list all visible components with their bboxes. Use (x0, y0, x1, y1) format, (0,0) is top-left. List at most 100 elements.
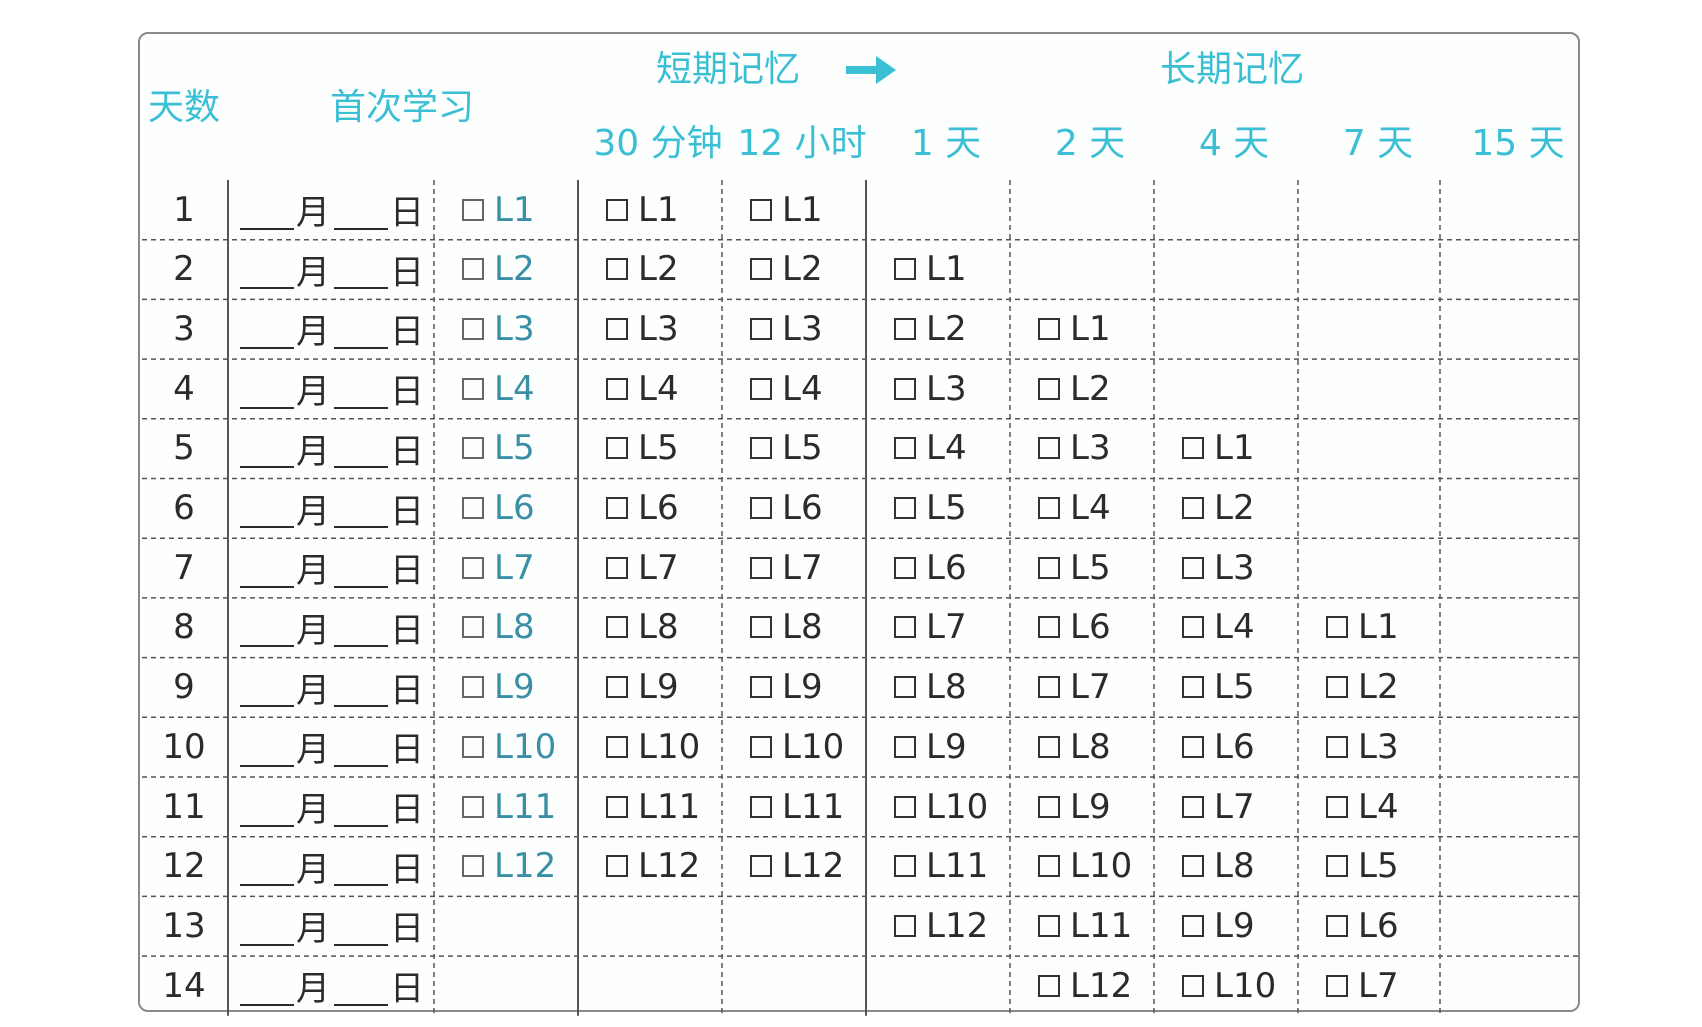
date-field[interactable]: 月日 (240, 837, 430, 896)
review-item[interactable]: L5 (1038, 538, 1111, 597)
date-field[interactable]: 月日 (240, 240, 430, 299)
checkbox-icon[interactable] (894, 795, 916, 818)
review-item[interactable]: L8 (894, 658, 967, 717)
first-study-item[interactable]: L1 (462, 180, 535, 239)
review-item[interactable]: L1 (1038, 299, 1111, 358)
day-blank[interactable] (334, 906, 388, 946)
checkbox-icon[interactable] (1182, 855, 1204, 878)
review-item[interactable]: L11 (750, 777, 844, 836)
checkbox-icon[interactable] (462, 317, 484, 340)
review-item[interactable]: L12 (1038, 956, 1132, 1015)
checkbox-icon[interactable] (1182, 437, 1204, 460)
review-item[interactable]: L6 (1038, 598, 1111, 657)
review-item[interactable]: L6 (750, 479, 823, 538)
review-item[interactable]: L9 (894, 717, 967, 776)
day-blank[interactable] (334, 667, 388, 708)
review-item[interactable]: L8 (750, 598, 823, 657)
review-item[interactable]: L3 (1182, 538, 1255, 597)
review-item[interactable]: L5 (606, 419, 679, 478)
checkbox-icon[interactable] (1182, 795, 1204, 818)
month-blank[interactable] (240, 667, 294, 708)
checkbox-icon[interactable] (1038, 855, 1060, 878)
month-blank[interactable] (240, 607, 294, 648)
checkbox-icon[interactable] (1326, 795, 1348, 818)
date-field[interactable]: 月日 (240, 359, 430, 418)
checkbox-icon[interactable] (1038, 437, 1060, 460)
checkbox-icon[interactable] (1038, 914, 1060, 937)
day-blank[interactable] (334, 548, 388, 588)
checkbox-icon[interactable] (894, 914, 916, 937)
checkbox-icon[interactable] (1182, 497, 1204, 519)
checkbox-icon[interactable] (894, 377, 916, 400)
checkbox-icon[interactable] (606, 556, 628, 579)
review-item[interactable]: L2 (1038, 359, 1111, 418)
checkbox-icon[interactable] (894, 497, 916, 519)
checkbox-icon[interactable] (462, 795, 484, 818)
checkbox-icon[interactable] (606, 437, 628, 460)
first-study-item[interactable]: L5 (462, 419, 535, 478)
checkbox-icon[interactable] (894, 556, 916, 579)
checkbox-icon[interactable] (606, 198, 628, 221)
day-blank[interactable] (334, 787, 388, 827)
month-blank[interactable] (240, 727, 294, 767)
checkbox-icon[interactable] (1038, 676, 1060, 699)
first-study-item[interactable]: L12 (462, 837, 556, 896)
checkbox-icon[interactable] (462, 377, 484, 400)
day-blank[interactable] (334, 249, 388, 290)
review-item[interactable]: L2 (1326, 658, 1399, 717)
day-blank[interactable] (334, 369, 388, 409)
review-item[interactable]: L10 (1182, 956, 1276, 1015)
date-field[interactable]: 月日 (240, 538, 430, 597)
checkbox-icon[interactable] (1326, 616, 1348, 639)
month-blank[interactable] (240, 190, 294, 230)
review-item[interactable]: L5 (894, 479, 967, 538)
date-field[interactable]: 月日 (240, 598, 430, 657)
review-item[interactable]: L4 (1326, 777, 1399, 836)
checkbox-icon[interactable] (750, 377, 772, 400)
date-field[interactable]: 月日 (240, 180, 430, 239)
checkbox-icon[interactable] (1182, 974, 1204, 997)
day-blank[interactable] (334, 309, 388, 349)
month-blank[interactable] (240, 846, 294, 887)
review-item[interactable]: L6 (1182, 717, 1255, 776)
review-item[interactable]: L12 (606, 837, 700, 896)
checkbox-icon[interactable] (750, 258, 772, 281)
review-item[interactable]: L5 (1326, 837, 1399, 896)
checkbox-icon[interactable] (606, 317, 628, 340)
day-blank[interactable] (334, 727, 388, 767)
checkbox-icon[interactable] (1038, 974, 1060, 997)
date-field[interactable]: 月日 (240, 777, 430, 836)
review-item[interactable]: L3 (1326, 717, 1399, 776)
checkbox-icon[interactable] (462, 497, 484, 519)
checkbox-icon[interactable] (606, 258, 628, 281)
review-item[interactable]: L1 (750, 180, 823, 239)
review-item[interactable]: L9 (1038, 777, 1111, 836)
month-blank[interactable] (240, 249, 294, 290)
review-item[interactable]: L1 (894, 240, 967, 299)
first-study-item[interactable]: L9 (462, 658, 535, 717)
review-item[interactable]: L10 (606, 717, 700, 776)
checkbox-icon[interactable] (606, 855, 628, 878)
first-study-item[interactable]: L6 (462, 479, 535, 538)
checkbox-icon[interactable] (606, 676, 628, 699)
review-item[interactable]: L12 (750, 837, 844, 896)
month-blank[interactable] (240, 966, 294, 1006)
month-blank[interactable] (240, 309, 294, 349)
checkbox-icon[interactable] (1182, 676, 1204, 699)
checkbox-icon[interactable] (750, 795, 772, 818)
checkbox-icon[interactable] (750, 735, 772, 758)
date-field[interactable]: 月日 (240, 717, 430, 776)
review-item[interactable]: L10 (894, 777, 988, 836)
checkbox-icon[interactable] (1038, 377, 1060, 400)
checkbox-icon[interactable] (894, 437, 916, 460)
checkbox-icon[interactable] (894, 258, 916, 281)
date-field[interactable]: 月日 (240, 896, 430, 955)
first-study-item[interactable]: L2 (462, 240, 535, 299)
review-item[interactable]: L7 (1038, 658, 1111, 717)
checkbox-icon[interactable] (1038, 317, 1060, 340)
checkbox-icon[interactable] (1182, 914, 1204, 937)
review-item[interactable]: L11 (894, 837, 988, 896)
first-study-item[interactable]: L11 (462, 777, 556, 836)
checkbox-icon[interactable] (750, 198, 772, 221)
day-blank[interactable] (334, 428, 388, 469)
